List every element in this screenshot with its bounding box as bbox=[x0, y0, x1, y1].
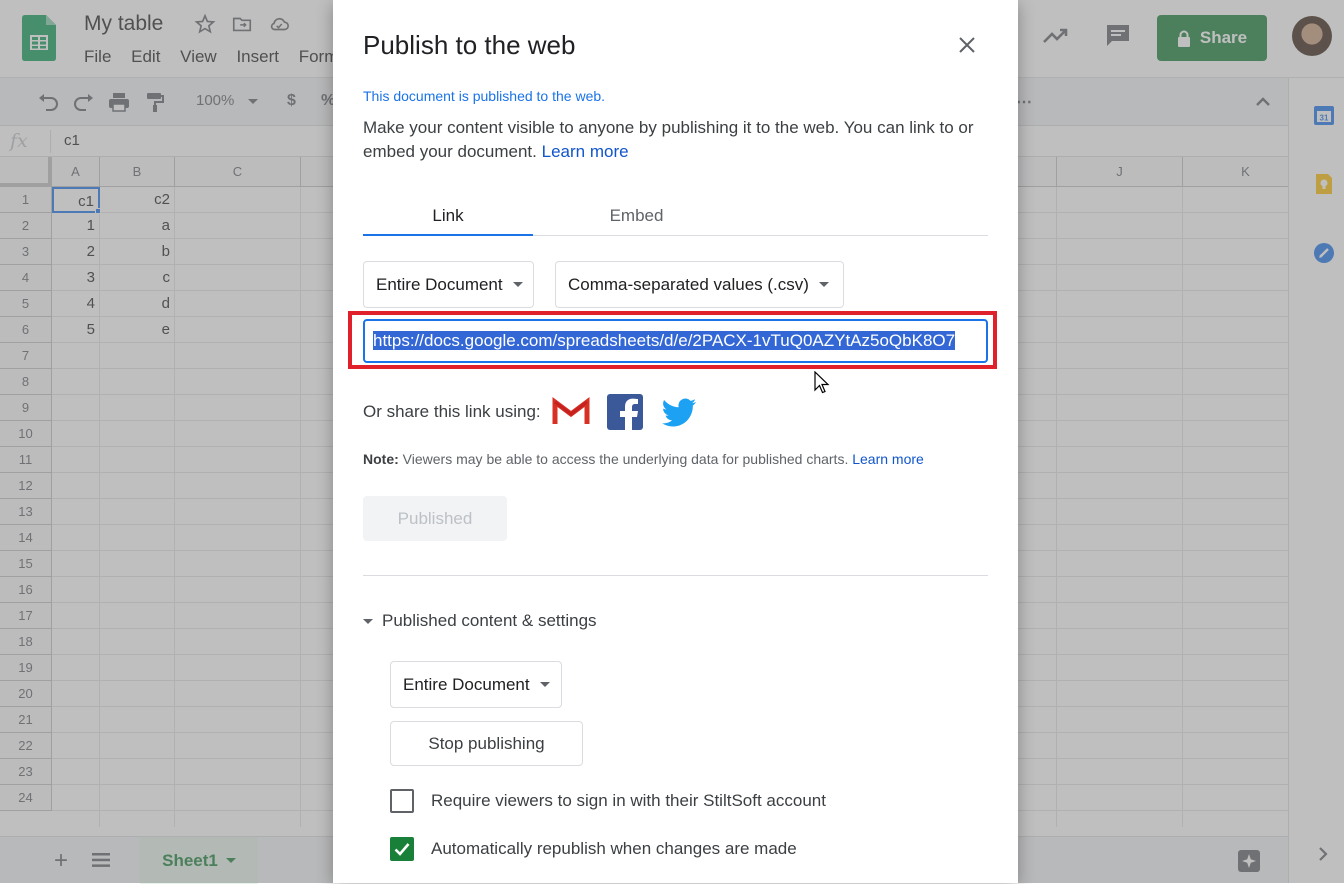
published-notice: This document is published to the web. bbox=[363, 88, 606, 104]
format-dropdown-value: Comma-separated values (.csv) bbox=[568, 274, 809, 294]
dialog-title: Publish to the web bbox=[363, 30, 576, 60]
settings-scope-value: Entire Document bbox=[403, 674, 530, 694]
published-button: Published bbox=[363, 496, 507, 541]
checkmark-icon bbox=[394, 843, 410, 856]
tab-link[interactable]: Link bbox=[363, 206, 533, 226]
facebook-icon[interactable] bbox=[606, 393, 644, 431]
tab-embed[interactable]: Embed bbox=[558, 206, 715, 226]
scope-dropdown[interactable]: Entire Document bbox=[363, 261, 534, 308]
note-learn-more-link[interactable]: Learn more bbox=[852, 451, 924, 467]
require-signin-label: Require viewers to sign in with their St… bbox=[431, 791, 826, 810]
note-label: Note: bbox=[363, 451, 399, 467]
auto-republish-label: Automatically republish when changes are… bbox=[431, 839, 797, 858]
auto-republish-checkbox[interactable] bbox=[390, 837, 414, 861]
close-icon[interactable] bbox=[955, 33, 979, 57]
format-caret-icon bbox=[818, 282, 829, 287]
require-signin-row[interactable]: Require viewers to sign in with their St… bbox=[390, 789, 826, 813]
note-text: Viewers may be able to access the underl… bbox=[402, 451, 849, 467]
scope-caret-icon bbox=[512, 282, 523, 287]
settings-scope-caret-icon bbox=[539, 682, 550, 687]
stop-publishing-button[interactable]: Stop publishing bbox=[390, 721, 583, 766]
publish-dialog: Publish to the web This document is publ… bbox=[333, 0, 1018, 883]
section-caret-icon bbox=[363, 618, 373, 624]
active-tab-indicator bbox=[363, 234, 533, 236]
publish-tabs: Link Embed bbox=[363, 200, 988, 236]
mouse-cursor-icon bbox=[814, 371, 830, 394]
description-text: Make your content visible to anyone by p… bbox=[363, 118, 974, 161]
section-divider bbox=[363, 575, 988, 576]
twitter-icon[interactable] bbox=[660, 393, 698, 431]
gmail-icon[interactable] bbox=[552, 393, 590, 431]
dialog-description: Make your content visible to anyone by p… bbox=[363, 116, 993, 164]
auto-republish-row[interactable]: Automatically republish when changes are… bbox=[390, 837, 797, 861]
require-signin-checkbox[interactable] bbox=[390, 789, 414, 813]
scope-dropdown-value: Entire Document bbox=[376, 274, 503, 294]
settings-header-label: Published content & settings bbox=[382, 611, 597, 630]
share-link-label: Or share this link using: bbox=[363, 402, 541, 421]
charts-note: Note: Viewers may be able to access the … bbox=[363, 451, 924, 467]
learn-more-link[interactable]: Learn more bbox=[542, 142, 629, 161]
settings-section-toggle[interactable]: Published content & settings bbox=[363, 611, 597, 631]
published-url-input[interactable]: https://docs.google.com/spreadsheets/d/e… bbox=[363, 319, 988, 363]
settings-scope-dropdown[interactable]: Entire Document bbox=[390, 661, 562, 708]
format-dropdown[interactable]: Comma-separated values (.csv) bbox=[555, 261, 844, 308]
published-url-text: https://docs.google.com/spreadsheets/d/e… bbox=[373, 331, 956, 350]
